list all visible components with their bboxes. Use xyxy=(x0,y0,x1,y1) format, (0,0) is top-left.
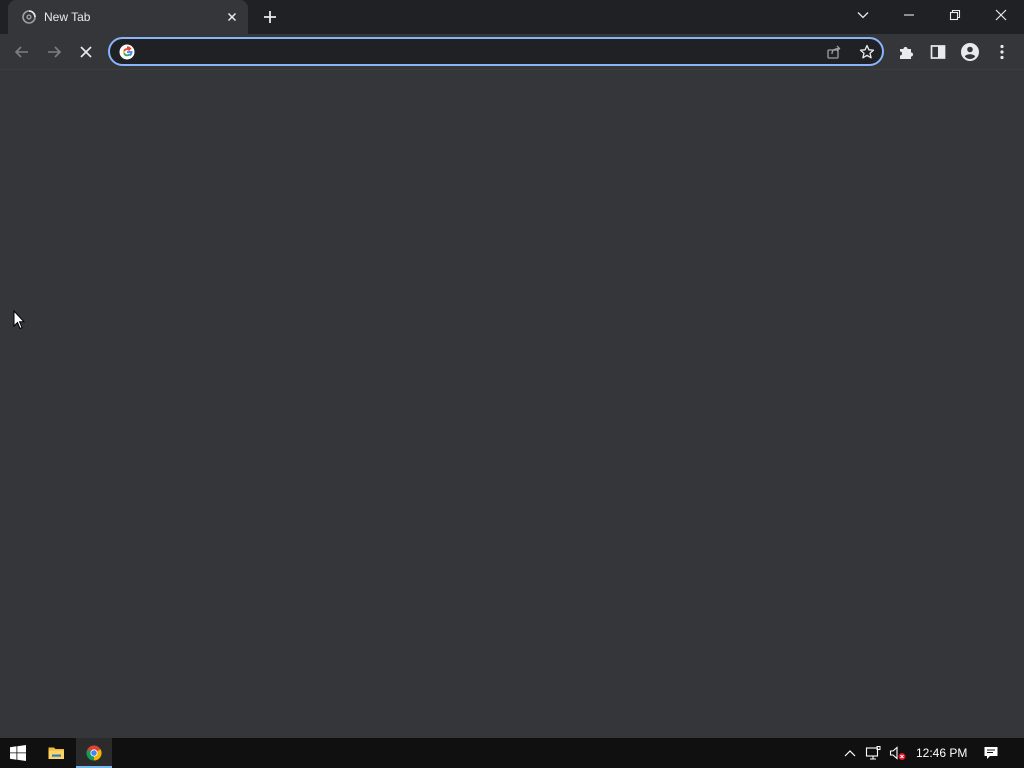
new-tab-button[interactable] xyxy=(261,8,279,26)
side-panel-icon[interactable] xyxy=(927,41,949,63)
file-explorer-icon xyxy=(48,745,65,761)
windows-start-icon xyxy=(10,745,26,761)
address-bar[interactable] xyxy=(108,37,884,66)
browser-titlebar: New Tab xyxy=(0,0,1024,34)
stop-loading-icon[interactable] xyxy=(75,41,97,63)
tab-title: New Tab xyxy=(44,10,91,24)
menu-kebab-icon[interactable] xyxy=(991,41,1013,63)
volume-muted-icon[interactable] xyxy=(889,745,906,761)
address-input[interactable] xyxy=(144,41,824,62)
mouse-cursor-icon xyxy=(13,310,25,330)
google-g-icon xyxy=(119,44,135,60)
minimize-icon[interactable] xyxy=(899,5,919,25)
back-arrow-icon[interactable] xyxy=(11,41,33,63)
bookmark-star-icon[interactable] xyxy=(858,43,876,61)
windows-start-button[interactable] xyxy=(0,738,36,768)
taskbar-clock[interactable]: 12:46 PM xyxy=(916,746,967,760)
forward-arrow-icon[interactable] xyxy=(43,41,65,63)
notification-center-icon[interactable] xyxy=(983,745,999,761)
page-content-area[interactable] xyxy=(0,71,1024,737)
share-icon[interactable] xyxy=(825,43,843,61)
chrome-icon xyxy=(86,745,102,761)
file-explorer-button[interactable] xyxy=(38,738,74,768)
profile-icon[interactable] xyxy=(959,41,981,63)
windows-taskbar: 12:46 PM xyxy=(0,738,1024,768)
close-icon[interactable] xyxy=(991,5,1011,25)
extensions-icon[interactable] xyxy=(895,41,917,63)
restore-icon[interactable] xyxy=(945,5,965,25)
tab-search-icon[interactable] xyxy=(853,5,873,25)
loading-spinner-icon xyxy=(21,9,37,25)
network-icon[interactable] xyxy=(865,745,881,761)
chrome-taskbar-button[interactable] xyxy=(76,738,112,768)
tab-new-tab[interactable]: New Tab xyxy=(8,0,248,34)
show-hidden-icons-chevron[interactable] xyxy=(842,745,858,761)
browser-toolbar xyxy=(0,34,1024,70)
close-icon[interactable] xyxy=(224,9,240,25)
